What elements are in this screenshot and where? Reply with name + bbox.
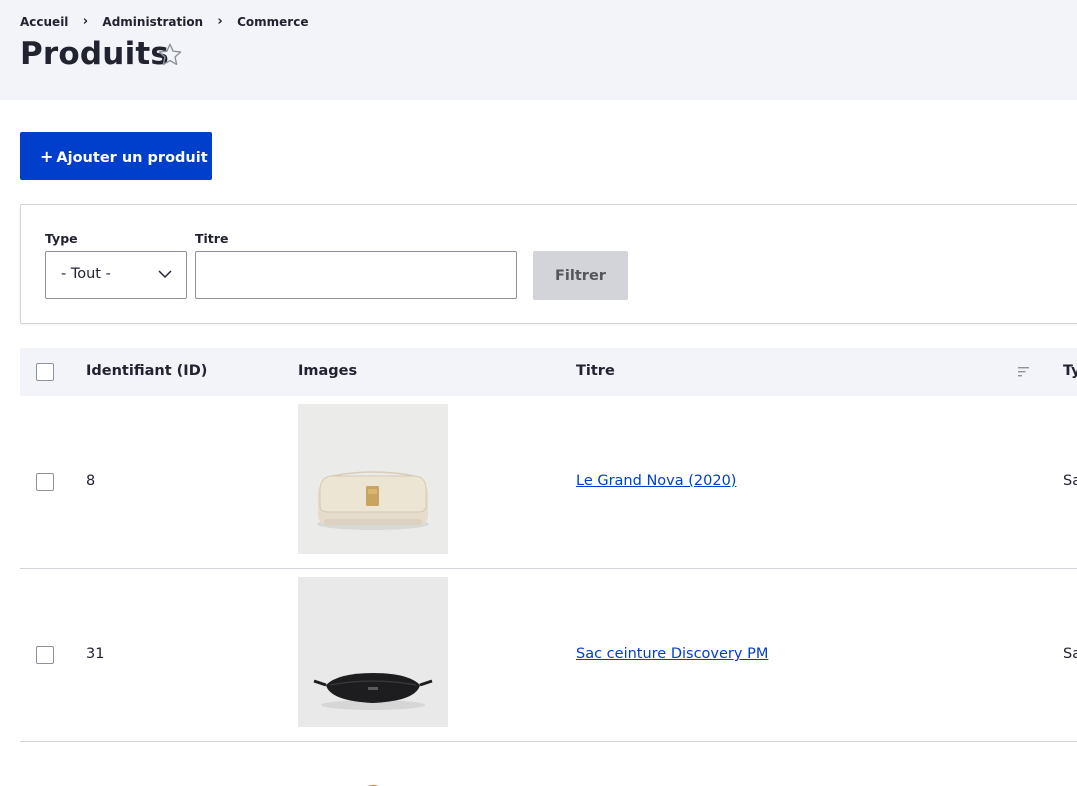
page-header: Accueil › Administration › Commerce Prod… [0,0,1077,100]
row-checkbox[interactable] [36,646,54,664]
row-id: 8 [86,473,96,489]
column-images: Images [298,363,358,379]
column-id[interactable]: Identifiant (ID) [86,363,207,379]
column-type[interactable]: Ty [1063,363,1077,379]
chevron-down-icon [158,270,172,279]
row-type: Sa [1063,646,1077,662]
row-id: 31 [86,646,105,662]
breadcrumb-commerce[interactable]: Commerce [237,15,308,29]
breadcrumb-administration[interactable]: Administration [102,15,203,29]
add-product-button[interactable]: + Ajouter un produit [20,132,212,180]
filter-button[interactable]: Filtrer [533,251,628,300]
row-type: Sa [1063,473,1077,489]
plus-icon: + [40,146,54,166]
star-outline-icon[interactable] [156,41,184,69]
breadcrumb-accueil[interactable]: Accueil [20,15,68,29]
add-product-label: Ajouter un produit [56,149,208,166]
column-title[interactable]: Titre [576,363,615,379]
breadcrumb: Accueil › Administration › Commerce [20,14,308,29]
filter-panel: Type - Tout - Titre Filtrer [20,204,1077,324]
title-filter-label: Titre [195,231,229,246]
table-row: 31 Sac ceinture Discovery PM Sa [20,569,1077,742]
product-title-link[interactable]: Sac ceinture Discovery PM [576,646,768,662]
sort-icon[interactable] [1018,367,1030,377]
title-input[interactable] [195,251,517,299]
row-checkbox[interactable] [36,473,54,491]
table-row: 8 Le Grand Nova (2020) Sa [20,396,1077,569]
next-product-image [367,785,379,786]
type-select[interactable]: - Tout - [45,251,187,299]
type-select-value: - Tout - [61,266,111,282]
black-belt-bag-image [298,577,448,727]
type-filter-label: Type [45,231,78,246]
breadcrumb-separator-icon: › [217,14,223,29]
product-title-link[interactable]: Le Grand Nova (2020) [576,473,736,489]
table-header: Identifiant (ID) Images Titre Ty [20,348,1077,396]
page-title: Produits [20,36,170,72]
select-all-checkbox[interactable] [36,363,54,381]
breadcrumb-separator-icon: › [82,14,89,29]
cream-handbag-image [298,404,448,554]
